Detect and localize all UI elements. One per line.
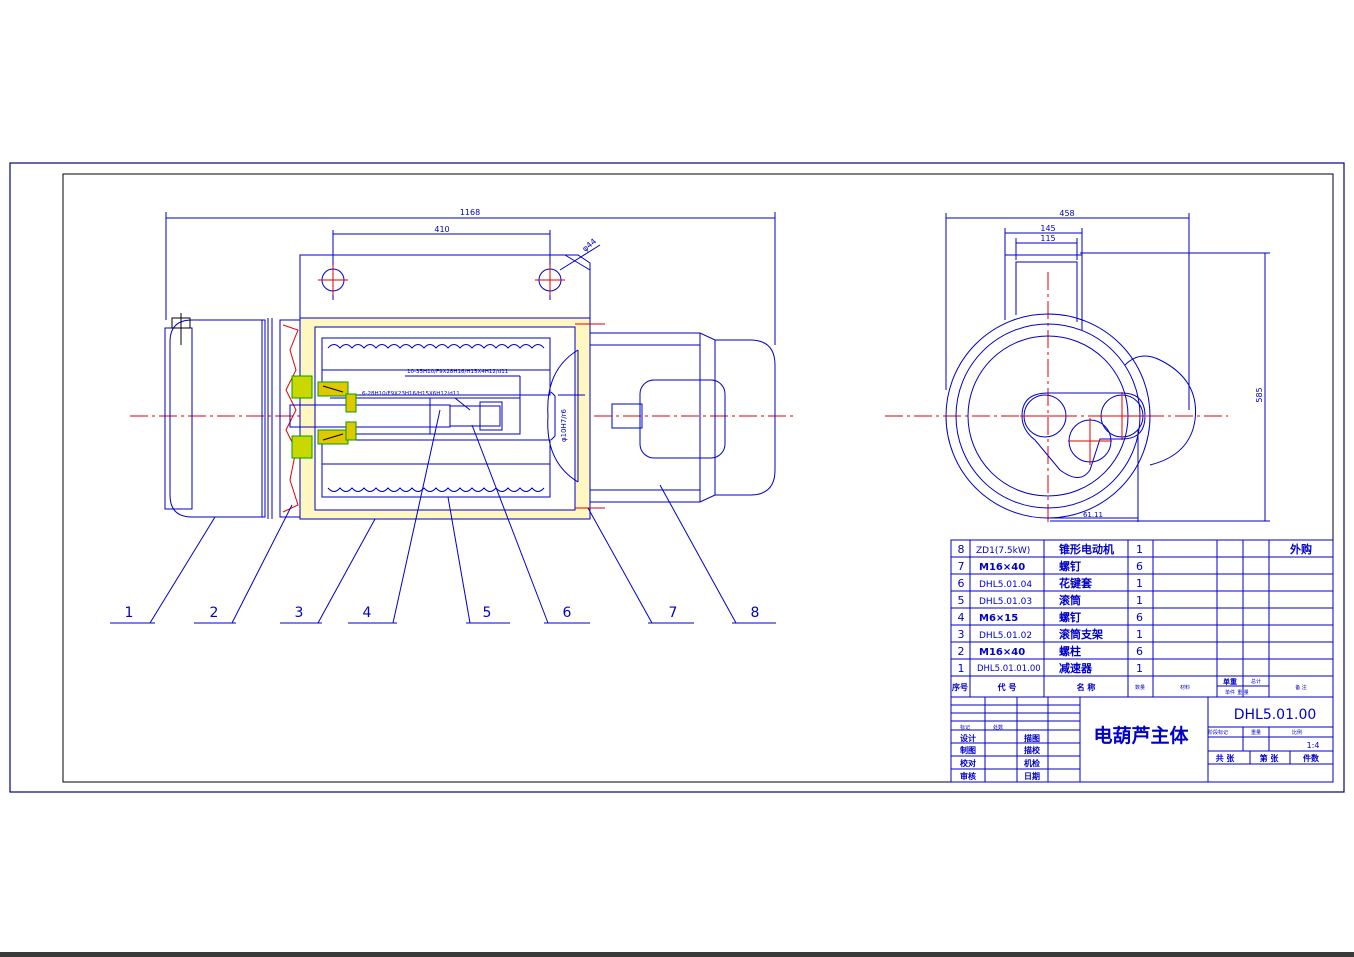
header-unit-sub: 单件 xyxy=(1225,689,1235,696)
dim-side-width: 458 xyxy=(1059,209,1074,218)
dim-overall-length: 1168 xyxy=(460,208,480,217)
bom-name: 滚筒 xyxy=(1059,593,1081,607)
bom-qty: 1 xyxy=(1136,543,1143,556)
label-date: 日期 xyxy=(1024,771,1040,781)
label-sheet-no: 第 张 xyxy=(1260,753,1280,763)
bom-code: ZD1(7.5kW) xyxy=(976,546,1030,556)
front-view xyxy=(110,212,795,624)
bom-qty: 1 xyxy=(1136,577,1143,590)
outer-frame xyxy=(9,162,1345,793)
label-trace-check: 描校 xyxy=(1024,745,1041,755)
bom-no: 3 xyxy=(958,628,965,641)
label-sheet-total: 共 张 xyxy=(1216,753,1236,763)
bom-no: 4 xyxy=(958,611,965,624)
dim-side-height: 585 xyxy=(1255,387,1264,402)
header-total: 总计 xyxy=(1251,678,1261,685)
balloon-2: 2 xyxy=(210,605,219,621)
bom-qty: 1 xyxy=(1136,594,1143,607)
bom-no: 1 xyxy=(958,662,965,675)
label-check: 校对 xyxy=(960,758,976,768)
bom-code: DHL5.01.04 xyxy=(979,580,1032,590)
dim-side-115: 115 xyxy=(1040,234,1055,243)
dim-hole-dia: φ44 xyxy=(581,237,599,254)
label-parts: 件数 xyxy=(1303,753,1320,763)
balloon-4: 4 xyxy=(363,605,372,621)
bom-name: 减速器 xyxy=(1059,661,1093,675)
bom-no: 5 xyxy=(958,594,965,607)
label-stage: 阶段标记 xyxy=(1208,729,1228,736)
balloon-1: 1 xyxy=(125,605,134,621)
balloon-7: 7 xyxy=(669,605,678,621)
label-count: 处数 xyxy=(993,724,1003,731)
bom-name: 螺柱 xyxy=(1059,644,1081,658)
label-weight: 重量 xyxy=(1251,729,1261,736)
header-name: 名 称 xyxy=(1077,682,1096,692)
bom-name: 螺钉 xyxy=(1059,610,1081,624)
dim-hole-spacing: 410 xyxy=(434,225,449,234)
bom-code: DHL5.01.01.00 xyxy=(977,664,1041,674)
dim-offset: 61.11 xyxy=(1083,511,1103,519)
bom-no: 7 xyxy=(958,560,965,573)
bom-no: 6 xyxy=(958,577,965,590)
bom-no: 2 xyxy=(958,645,965,658)
bom-name: 螺钉 xyxy=(1059,559,1081,573)
header-unit: 单重 xyxy=(1223,677,1237,686)
title-block-text: 电葫芦主体 DHL5.01.00 1:4 设计 制图 校对 审核 描图 描校 机… xyxy=(960,707,1320,781)
bom-qty: 1 xyxy=(1136,662,1143,675)
balloon-8: 8 xyxy=(751,605,760,621)
bom-name: 锥形电动机 xyxy=(1059,542,1114,556)
bom-note: 外购 xyxy=(1289,542,1312,556)
label-design: 设计 xyxy=(960,733,976,743)
label-drafting: 制图 xyxy=(960,745,976,755)
bom-name: 花键套 xyxy=(1059,576,1093,590)
spline-spec-2: 6-28H10/F9X23H16/H15X6H12/d11 xyxy=(362,391,460,397)
spline-spec-1: 10-35H10/F9X28H16/H15X4H12/d11 xyxy=(407,369,508,375)
header-total-sub: 重 量 xyxy=(1237,689,1249,696)
header-qty: 数量 xyxy=(1135,684,1145,691)
bom-code: DHL5.01.03 xyxy=(979,597,1032,607)
side-view xyxy=(885,213,1270,525)
label-trace: 描图 xyxy=(1024,733,1040,743)
balloon-5: 5 xyxy=(483,605,492,621)
header-no: 序号 xyxy=(952,682,968,692)
bom-code: M6×15 xyxy=(979,613,1018,624)
drawing-sheet: 1168 410 φ44 φ10H7/r6 10-35H10/F9X28H16/… xyxy=(9,162,1345,793)
header-note: 备 注 xyxy=(1295,684,1307,691)
bom-qty: 6 xyxy=(1136,611,1143,624)
bom-no: 8 xyxy=(958,543,965,556)
balloon-3: 3 xyxy=(295,605,304,621)
bom-qty: 6 xyxy=(1136,645,1143,658)
label-mark: 标记 xyxy=(960,724,970,731)
dim-side-145: 145 xyxy=(1040,224,1055,233)
header-material: 材料 xyxy=(1180,684,1190,691)
header-code: 代 号 xyxy=(997,682,1017,692)
bom-qty: 1 xyxy=(1136,628,1143,641)
bom-code: M16×40 xyxy=(979,562,1025,573)
drawing-scale: 1:4 xyxy=(1307,741,1320,750)
bottom-status-bar xyxy=(0,952,1354,957)
bom-name: 滚筒支架 xyxy=(1059,627,1103,641)
bom-qty: 6 xyxy=(1136,560,1143,573)
drawing-number: DHL5.01.00 xyxy=(1234,707,1317,723)
bom-code: M16×40 xyxy=(979,647,1025,658)
label-review: 审核 xyxy=(960,771,976,781)
label-ratio: 比例 xyxy=(1292,729,1302,736)
bom-code: DHL5.01.02 xyxy=(979,631,1032,641)
label-machine-check: 机检 xyxy=(1024,758,1040,768)
drawing-title: 电葫芦主体 xyxy=(1093,724,1189,747)
dim-motor-fit: φ10H7/r6 xyxy=(560,409,568,442)
balloon-6: 6 xyxy=(563,605,572,621)
